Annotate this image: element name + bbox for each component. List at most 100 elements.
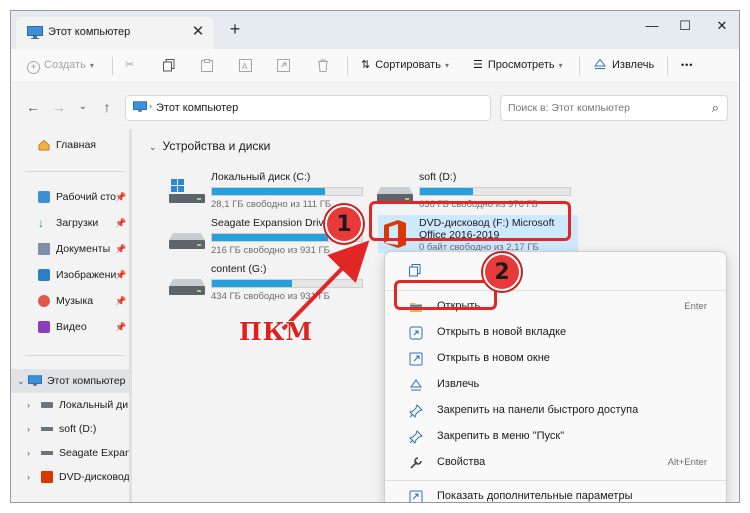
menu-item-label: Показать дополнительные параметры — [437, 490, 633, 502]
new-tab-button[interactable]: + — [225, 20, 245, 40]
documents-icon — [38, 243, 50, 255]
computer-icon — [27, 26, 43, 39]
sidebar-item-this-pc[interactable]: ⌄ Этот компьютер — [11, 369, 129, 393]
copy-icon[interactable] — [409, 264, 421, 280]
menu-item-properties[interactable]: Свойства Alt+Enter — [393, 450, 719, 476]
sidebar-item-label: Локальный ди — [59, 399, 129, 411]
usage-fill — [212, 280, 292, 287]
minimize-button[interactable]: — — [637, 15, 667, 39]
paste-icon — [201, 59, 213, 72]
chevron-down-icon: ⌄ — [17, 376, 25, 386]
sidebar-item-label: Главная — [56, 139, 96, 151]
sidebar-item-label: Seagate Expans — [59, 447, 129, 459]
sidebar-item-documents[interactable]: Документы 📌 — [11, 237, 129, 261]
menu-divider — [385, 480, 726, 481]
pin-icon: 📌 — [115, 218, 127, 228]
drive-tile-g[interactable]: content (G:) 434 ГБ свободно из 931 ГБ — [169, 263, 369, 305]
sidebar-scrollbar[interactable] — [129, 129, 132, 502]
back-button[interactable]: ← — [25, 99, 41, 115]
menu-item-pin-quick-access[interactable]: Закрепить на панели быстрого доступа — [393, 398, 719, 424]
maximize-button[interactable]: ☐ — [670, 15, 700, 39]
menu-item-more-options[interactable]: Показать дополнительные параметры — [393, 484, 719, 502]
paste-button[interactable] — [201, 55, 213, 75]
desktop-icon — [38, 191, 50, 203]
eject-icon — [593, 58, 607, 69]
address-bar[interactable]: › Этот компьютер — [125, 95, 491, 121]
pin-icon: 📌 — [115, 244, 127, 254]
sidebar-item-video[interactable]: Видео 📌 — [11, 315, 129, 339]
drive-name: Локальный диск (C:) — [211, 171, 311, 183]
group-header[interactable]: ⌄ Устройства и диски — [149, 139, 270, 153]
chevron-right-icon: › — [27, 400, 30, 410]
plus-circle-icon: + — [27, 61, 40, 74]
share-button[interactable] — [277, 55, 290, 75]
tab-title: Этот компьютер — [48, 26, 131, 38]
more-options-icon — [409, 490, 423, 502]
recent-chevron-icon[interactable]: ⌄ — [75, 99, 91, 115]
chevron-down-icon: ▾ — [444, 61, 449, 70]
view-button[interactable]: ☰ Просмотреть ▾ — [473, 55, 563, 75]
navigation-bar: ← → ⌄ ↑ › Этот компьютер Поиск в: Этот к… — [11, 91, 739, 125]
sidebar-item-music[interactable]: Музыка 📌 — [11, 289, 129, 313]
drive-name: content (G:) — [211, 263, 267, 275]
toolbar-divider — [347, 57, 348, 75]
delete-button[interactable] — [317, 55, 329, 75]
drive-icon — [41, 451, 53, 455]
sidebar-item-home[interactable]: Главная — [11, 133, 129, 157]
drive-name: soft (D:) — [419, 171, 457, 183]
up-button[interactable]: ↑ — [99, 99, 115, 115]
pictures-icon — [38, 269, 50, 281]
sidebar-item-downloads[interactable]: ↓ Загрузки 📌 — [11, 211, 129, 235]
chevron-down-icon: ▾ — [89, 61, 94, 70]
forward-button[interactable]: → — [51, 99, 67, 115]
sidebar-item-desktop[interactable]: Рабочий сто 📌 — [11, 185, 129, 209]
sidebar-item-drive-d[interactable]: › soft (D:) — [11, 417, 129, 441]
chevron-right-icon: › — [27, 472, 30, 482]
usage-fill — [420, 188, 473, 195]
trash-icon — [318, 59, 328, 72]
drive-icon — [377, 187, 413, 203]
drive-icon — [169, 279, 205, 295]
rename-button[interactable]: A — [239, 55, 252, 75]
sort-button[interactable]: ⇅ Сортировать ▾ — [361, 55, 449, 75]
sidebar-item-dvd[interactable]: › DVD-дисковод — [11, 465, 129, 489]
sidebar-item-label: Документы — [56, 243, 111, 255]
search-input[interactable]: Поиск в: Этот компьютер ⌕ — [500, 95, 728, 121]
menu-item-shortcut: Alt+Enter — [667, 457, 707, 468]
drive-icon — [41, 427, 53, 431]
drive-icon — [41, 402, 53, 408]
sidebar-item-label: Загрузки — [56, 217, 99, 229]
computer-icon — [28, 375, 42, 386]
tab-this-pc[interactable]: Этот компьютер ✕ — [16, 17, 214, 49]
drive-free-space: 28,1 ГБ свободно из 111 ГБ — [211, 199, 332, 210]
tab-close-icon[interactable]: ✕ — [188, 22, 208, 42]
eject-label: Извлечь — [612, 59, 655, 71]
menu-item-label: Извлечь — [437, 378, 480, 390]
eject-button[interactable]: Извлечь — [593, 55, 655, 75]
cut-button[interactable]: ✂ — [125, 55, 134, 75]
sidebar-item-pictures[interactable]: Изображени 📌 — [11, 263, 129, 287]
sidebar-item-drive-e[interactable]: › Seagate Expans — [11, 441, 129, 465]
menu-item-eject[interactable]: Извлечь — [393, 372, 719, 398]
new-tab-icon — [409, 326, 423, 340]
scissors-icon: ✂ — [125, 59, 135, 71]
toolbar-divider — [112, 57, 113, 75]
menu-item-open-new-tab[interactable]: Открыть в новой вкладке — [393, 320, 719, 346]
sidebar-item-label: Видео — [56, 321, 87, 333]
sidebar-divider — [25, 355, 125, 356]
step-badge-2: 2 — [483, 253, 521, 291]
video-icon — [38, 321, 50, 333]
create-button[interactable]: + Создать ▾ — [27, 55, 94, 75]
close-window-button[interactable]: ✕ — [707, 15, 737, 39]
menu-item-open-new-window[interactable]: Открыть в новом окне — [393, 346, 719, 372]
more-options-button[interactable]: ••• — [681, 55, 693, 75]
chevron-down-icon: ▾ — [558, 61, 563, 70]
usage-fill — [212, 188, 325, 195]
menu-item-pin-start[interactable]: Закрепить в меню "Пуск" — [393, 424, 719, 450]
sort-label: Сортировать — [375, 59, 441, 71]
home-icon — [38, 139, 50, 151]
copy-button[interactable] — [163, 55, 175, 75]
usage-bar — [419, 187, 571, 196]
sidebar-item-drive-c[interactable]: › Локальный ди — [11, 393, 129, 417]
pin-icon: 📌 — [115, 270, 127, 280]
